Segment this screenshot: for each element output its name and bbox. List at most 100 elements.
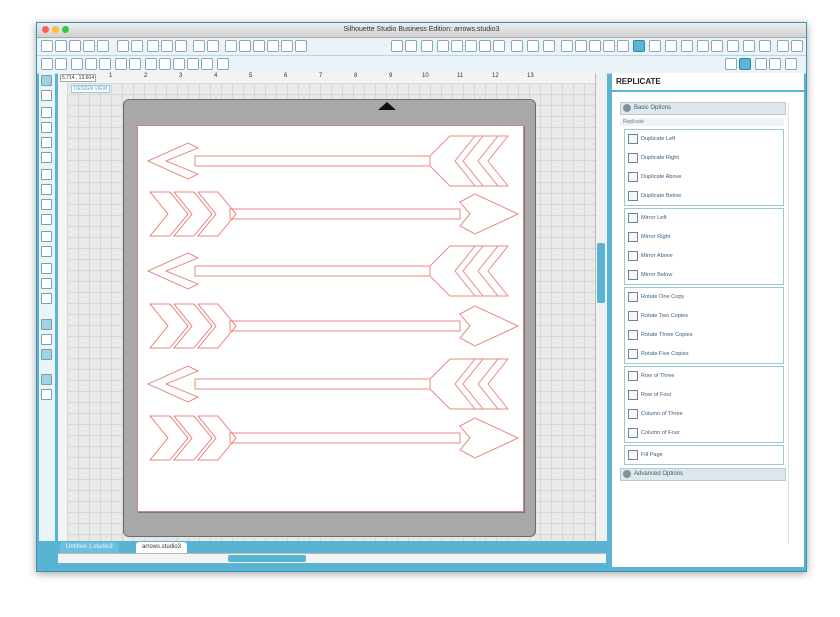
nesting-icon[interactable] (649, 40, 661, 52)
row-three-option[interactable]: Row of Three (628, 370, 674, 383)
zoom-out-icon[interactable] (253, 40, 265, 52)
print-cut-icon[interactable] (711, 40, 723, 52)
fill-color-icon[interactable] (437, 40, 449, 52)
eraser-tool-icon[interactable] (41, 278, 52, 289)
rotate-one-option[interactable]: Rotate One Copy (628, 291, 684, 304)
row-four-option[interactable]: Row of Four (628, 389, 671, 402)
ellipse-tool-icon[interactable] (41, 152, 52, 163)
zoom-in-icon[interactable] (239, 40, 251, 52)
delete-icon[interactable] (99, 58, 111, 70)
mirror-right-option[interactable]: Mirror Right (628, 231, 670, 244)
ungroup-icon[interactable] (129, 58, 141, 70)
freehand-tool-icon[interactable] (41, 199, 52, 210)
online-store-icon[interactable] (41, 349, 52, 360)
rounded-rect-tool-icon[interactable] (41, 137, 52, 148)
library-icon[interactable] (69, 40, 81, 52)
duplicate-below-option[interactable]: Duplicate Below (628, 190, 681, 203)
image-effects-icon[interactable] (479, 40, 491, 52)
rotate-icon[interactable] (575, 40, 587, 52)
rectangle-tool-icon[interactable] (41, 122, 52, 133)
vertical-scrollbar[interactable] (595, 73, 607, 541)
send-to-silhouette-icon[interactable] (725, 58, 737, 70)
offset-icon[interactable] (681, 40, 693, 52)
zoom-window-button[interactable] (62, 26, 69, 33)
release-compound-icon[interactable] (159, 58, 171, 70)
duplicate-icon[interactable] (85, 58, 97, 70)
arrow-shape[interactable] (149, 303, 519, 349)
trace-quick-icon[interactable] (201, 58, 213, 70)
arrow-shape[interactable] (147, 358, 509, 410)
open-file-icon[interactable] (55, 40, 67, 52)
duplicate-left-option[interactable]: Duplicate Left (628, 133, 675, 146)
replicate-icon[interactable] (633, 40, 645, 52)
polygon-tool-icon[interactable] (41, 169, 52, 180)
select-all-icon[interactable] (41, 58, 53, 70)
arrow-shape[interactable] (149, 415, 519, 461)
cut-file-icon[interactable] (131, 40, 143, 52)
save-icon[interactable] (83, 40, 95, 52)
library-tool-icon[interactable] (41, 334, 52, 345)
rotate-three-option[interactable]: Rotate Three Copies (628, 329, 693, 342)
compound-path-icon[interactable] (145, 58, 157, 70)
redo-icon[interactable] (207, 40, 219, 52)
rotate-two-option[interactable]: Rotate Two Copies (628, 310, 688, 323)
copy-icon[interactable] (147, 40, 159, 52)
grid-icon[interactable] (391, 40, 403, 52)
smooth-freehand-icon[interactable] (41, 214, 52, 225)
line-color-icon[interactable] (451, 40, 463, 52)
text-style-icon[interactable] (543, 40, 555, 52)
sketch-icon[interactable] (743, 40, 755, 52)
page-setup-icon[interactable] (405, 40, 417, 52)
weld-icon[interactable] (173, 58, 185, 70)
close-window-button[interactable] (42, 26, 49, 33)
fit-page-icon[interactable] (295, 40, 307, 52)
library-panel-icon[interactable] (759, 40, 771, 52)
mirror-left-option[interactable]: Mirror Left (628, 212, 667, 225)
select-tool-icon[interactable] (41, 75, 52, 86)
pan-hand-icon[interactable] (225, 40, 237, 52)
edit-points-icon[interactable] (41, 90, 52, 101)
layers-icon[interactable] (217, 58, 229, 70)
move-icon[interactable] (603, 40, 615, 52)
stack-icon[interactable] (527, 40, 539, 52)
registration-icon[interactable] (421, 40, 433, 52)
duplicate-right-option[interactable]: Duplicate Right (628, 152, 679, 165)
print-icon[interactable] (117, 40, 129, 52)
modify-icon[interactable] (665, 40, 677, 52)
column-three-option[interactable]: Column of Three (628, 408, 683, 421)
regular-polygon-icon[interactable] (41, 246, 52, 257)
design-canvas[interactable]: DESIGN VIEW (67, 83, 595, 541)
align-icon[interactable] (511, 40, 523, 52)
arrow-shape[interactable] (149, 191, 519, 237)
horizontal-scroll-thumb[interactable] (228, 555, 306, 562)
font-icon[interactable] (727, 40, 739, 52)
panel-scrollbar[interactable] (788, 103, 797, 543)
monitor-icon[interactable] (769, 58, 781, 70)
split-view-icon[interactable] (41, 389, 52, 400)
arrow-design[interactable] (138, 126, 523, 511)
tab-untitled-1[interactable]: Untitled-1.studio3 (60, 542, 119, 553)
arc-tool-icon[interactable] (41, 231, 52, 242)
zoom-select-icon[interactable] (267, 40, 279, 52)
gradient-icon[interactable] (493, 40, 505, 52)
duplicate-above-option[interactable]: Duplicate Above (628, 171, 681, 184)
advanced-options-header[interactable]: Advanced Options (620, 468, 786, 481)
group-icon[interactable] (115, 58, 127, 70)
scale-icon[interactable] (589, 40, 601, 52)
design-view-icon[interactable] (739, 58, 751, 70)
trace-icon[interactable] (697, 40, 709, 52)
mirror-above-option[interactable]: Mirror Above (628, 250, 673, 263)
knife-tool-icon[interactable] (41, 293, 52, 304)
refresh-icon[interactable] (785, 58, 797, 70)
curve-tool-icon[interactable] (41, 184, 52, 195)
mirror-below-option[interactable]: Mirror Below (628, 269, 672, 282)
transform-icon[interactable] (561, 40, 573, 52)
arrow-shape[interactable] (147, 135, 509, 187)
page-view-icon[interactable] (41, 374, 52, 385)
scissors-icon[interactable] (175, 40, 187, 52)
basic-options-header[interactable]: Basic Options (620, 102, 786, 115)
cut-settings-icon[interactable] (777, 40, 789, 52)
save-as-icon[interactable] (97, 40, 109, 52)
tab-arrows[interactable]: arrows.studio3 (136, 542, 188, 553)
eraser-icon[interactable] (755, 58, 767, 70)
